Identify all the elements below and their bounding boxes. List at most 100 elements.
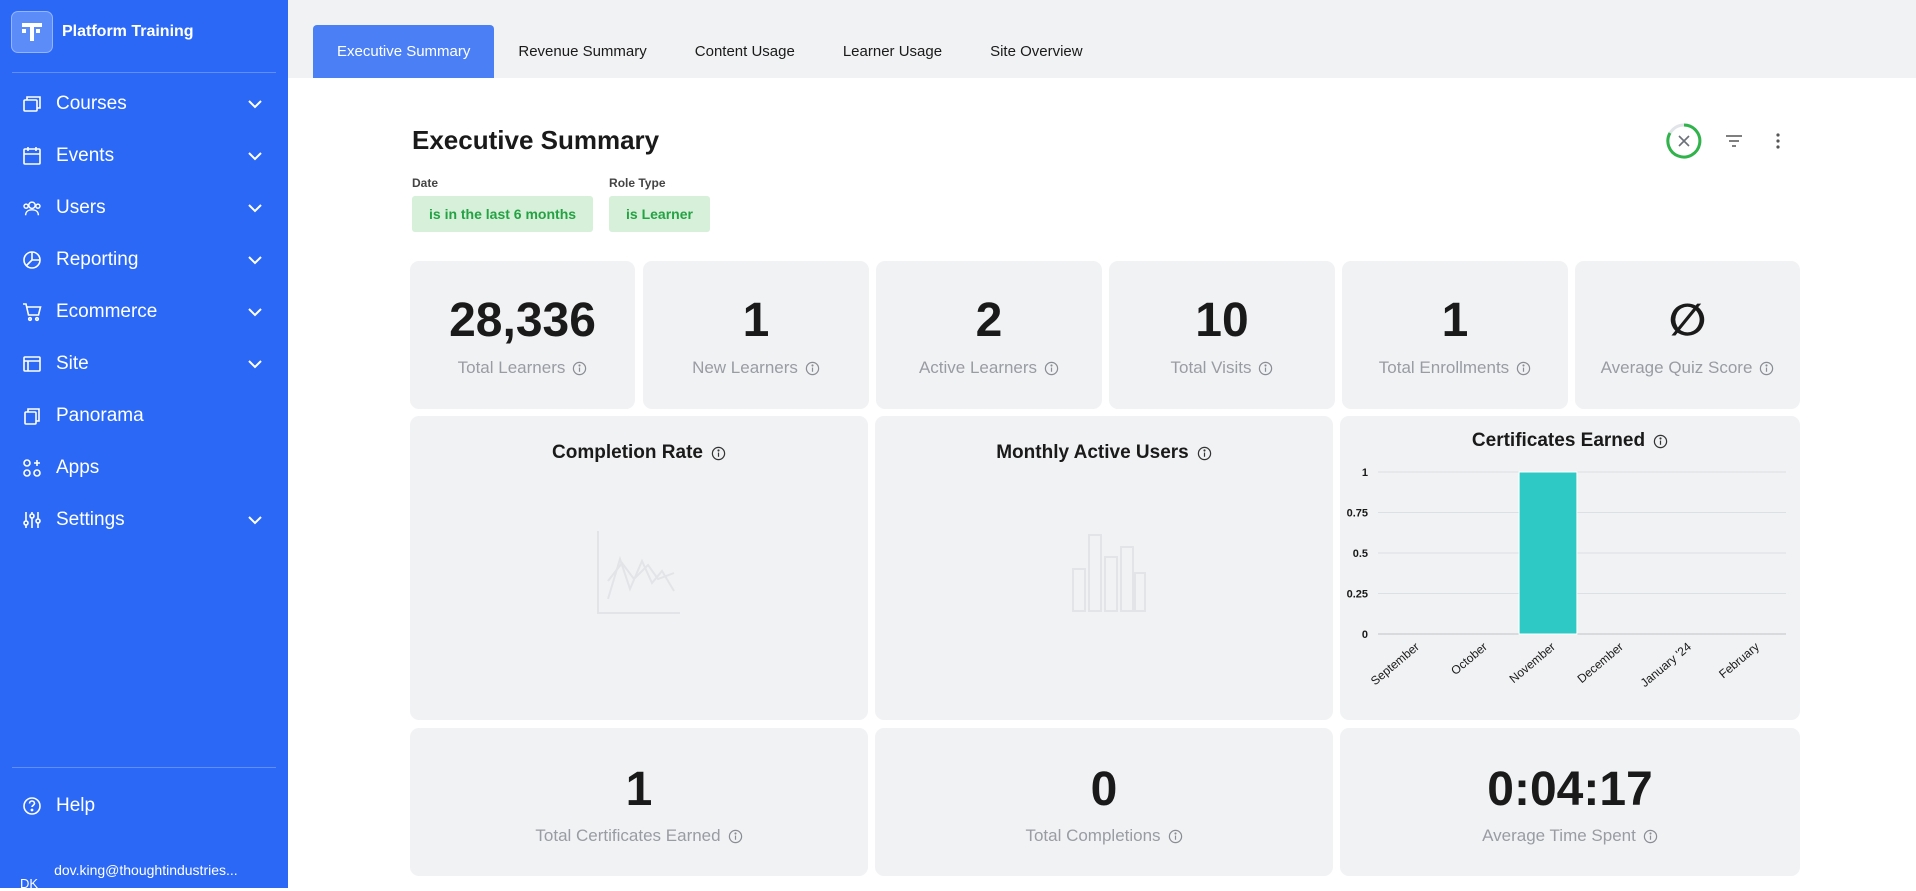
info-icon[interactable] (728, 829, 743, 844)
sidebar-item-apps[interactable]: Apps (0, 442, 288, 494)
more-vertical-icon (1775, 132, 1781, 150)
brand-name: Platform Training (62, 23, 194, 41)
info-icon[interactable] (1516, 361, 1531, 376)
brand[interactable]: Platform Training (11, 11, 194, 53)
sidebar-item-label: Reporting (56, 249, 246, 271)
help-icon (22, 796, 42, 816)
card-title-row: Monthly Active Users (875, 442, 1333, 464)
sidebar-item-site[interactable]: Site (0, 338, 288, 390)
filter-chip-role-type[interactable]: is Learner (609, 196, 710, 232)
info-icon[interactable] (572, 361, 587, 376)
sidebar-item-label: Apps (56, 457, 266, 479)
certificates-bar-chart: 10.750.50.250SeptemberOctoberNovemberDec… (1340, 416, 1800, 720)
chevron-down-icon (246, 199, 264, 217)
kpi-label-row: Total Enrollments (1342, 358, 1568, 378)
sliders-icon (22, 510, 42, 530)
x-tick-label: January '24 (1638, 639, 1694, 690)
info-icon[interactable] (1643, 829, 1658, 844)
info-icon[interactable] (711, 446, 726, 461)
sidebar-item-label: Courses (56, 93, 246, 115)
kpi-label-row: Active Learners (876, 358, 1102, 378)
kpi-label: Average Time Spent (1482, 826, 1636, 846)
dashboard-toolbar (1665, 122, 1791, 160)
calendar-icon (22, 146, 42, 166)
chevron-down-icon (246, 251, 264, 269)
tab-site-overview[interactable]: Site Overview (966, 25, 1107, 78)
sidebar-item-events[interactable]: Events (0, 130, 288, 182)
card-title: Completion Rate (552, 442, 703, 464)
kpi-label-row: New Learners (643, 358, 869, 378)
kpi-new-learners: 1 New Learners (643, 261, 869, 409)
sidebar-item-panorama[interactable]: Panorama (0, 390, 288, 442)
x-tick-label: December (1575, 640, 1626, 686)
kpi-label-row: Average Quiz Score (1575, 358, 1800, 378)
user-menu[interactable]: DK dov.king@thoughtindustries... (20, 862, 238, 891)
filter-button[interactable] (1721, 128, 1747, 154)
kpi-value: 10 (1109, 293, 1335, 348)
y-tick-label: 0 (1362, 629, 1368, 641)
line-chart-placeholder-icon (596, 529, 682, 615)
kpi-active-learners: 2 Active Learners (876, 261, 1102, 409)
y-tick-label: 0.5 (1353, 548, 1368, 560)
tab-revenue-summary[interactable]: Revenue Summary (494, 25, 670, 78)
tab-content-usage[interactable]: Content Usage (671, 25, 819, 78)
kpi-label: Total Enrollments (1379, 358, 1509, 378)
chevron-down-icon (246, 95, 264, 113)
kpi-value: 2 (876, 293, 1102, 348)
dashboard-tabs: Executive Summary Revenue Summary Conten… (313, 25, 1107, 78)
sidebar-item-ecommerce[interactable]: Ecommerce (0, 286, 288, 338)
kpi-value: 0:04:17 (1340, 762, 1800, 817)
kpi-total-certificates-earned: 1 Total Certificates Earned (410, 728, 868, 876)
tab-executive-summary[interactable]: Executive Summary (313, 25, 494, 78)
reload-cancel-button[interactable] (1665, 122, 1703, 160)
monthly-active-users-card: Monthly Active Users (875, 416, 1333, 720)
filter-chip-date[interactable]: is in the last 6 months (412, 196, 593, 232)
kpi-total-enrollments: 1 Total Enrollments (1342, 261, 1568, 409)
sidebar-item-help[interactable]: Help (22, 795, 95, 817)
sidebar-item-settings[interactable]: Settings (0, 494, 288, 546)
logo-icon (19, 19, 45, 45)
info-icon[interactable] (1044, 361, 1059, 376)
kpi-value: 0 (875, 762, 1333, 817)
filter-label: Role Type (609, 176, 710, 190)
chevron-down-icon (246, 147, 264, 165)
kpi-label-row: Total Completions (875, 826, 1333, 846)
sidebar-item-reporting[interactable]: Reporting (0, 234, 288, 286)
x-tick-label: October (1448, 640, 1490, 678)
sidebar-item-label: Ecommerce (56, 301, 246, 323)
brand-logo (11, 11, 53, 53)
kpi-average-quiz-score: ∅ Average Quiz Score (1575, 261, 1800, 409)
bar-november[interactable] (1519, 472, 1577, 634)
info-icon[interactable] (1168, 829, 1183, 844)
info-icon[interactable] (1197, 446, 1212, 461)
kpi-label: Average Quiz Score (1601, 358, 1753, 378)
divider (12, 767, 276, 768)
more-options-button[interactable] (1765, 128, 1791, 154)
pie-chart-icon (22, 250, 42, 270)
sidebar-item-label: Settings (56, 509, 246, 531)
kpi-label: Total Visits (1171, 358, 1252, 378)
kpi-value: 1 (643, 293, 869, 348)
filter-icon (1725, 134, 1743, 148)
info-icon[interactable] (1258, 361, 1273, 376)
chevron-down-icon (246, 355, 264, 373)
kpi-label: Total Learners (458, 358, 566, 378)
info-icon[interactable] (1759, 361, 1774, 376)
kpi-label-row: Total Learners (410, 358, 635, 378)
tab-learner-usage[interactable]: Learner Usage (819, 25, 966, 78)
info-icon[interactable] (805, 361, 820, 376)
panorama-icon (22, 406, 42, 426)
completion-rate-card: Completion Rate (410, 416, 868, 720)
kpi-value-empty: ∅ (1575, 295, 1800, 346)
kpi-label: Active Learners (919, 358, 1037, 378)
y-tick-label: 0.25 (1347, 589, 1368, 601)
loading-spinner-icon (1665, 122, 1703, 160)
x-tick-label: November (1507, 640, 1558, 686)
card-title-row: Completion Rate (410, 442, 868, 464)
cart-icon (22, 302, 42, 322)
kpi-label: Total Certificates Earned (535, 826, 720, 846)
sidebar-item-users[interactable]: Users (0, 182, 288, 234)
kpi-average-time-spent: 0:04:17 Average Time Spent (1340, 728, 1800, 876)
sidebar-item-courses[interactable]: Courses (0, 78, 288, 130)
kpi-label-row: Total Certificates Earned (410, 826, 868, 846)
